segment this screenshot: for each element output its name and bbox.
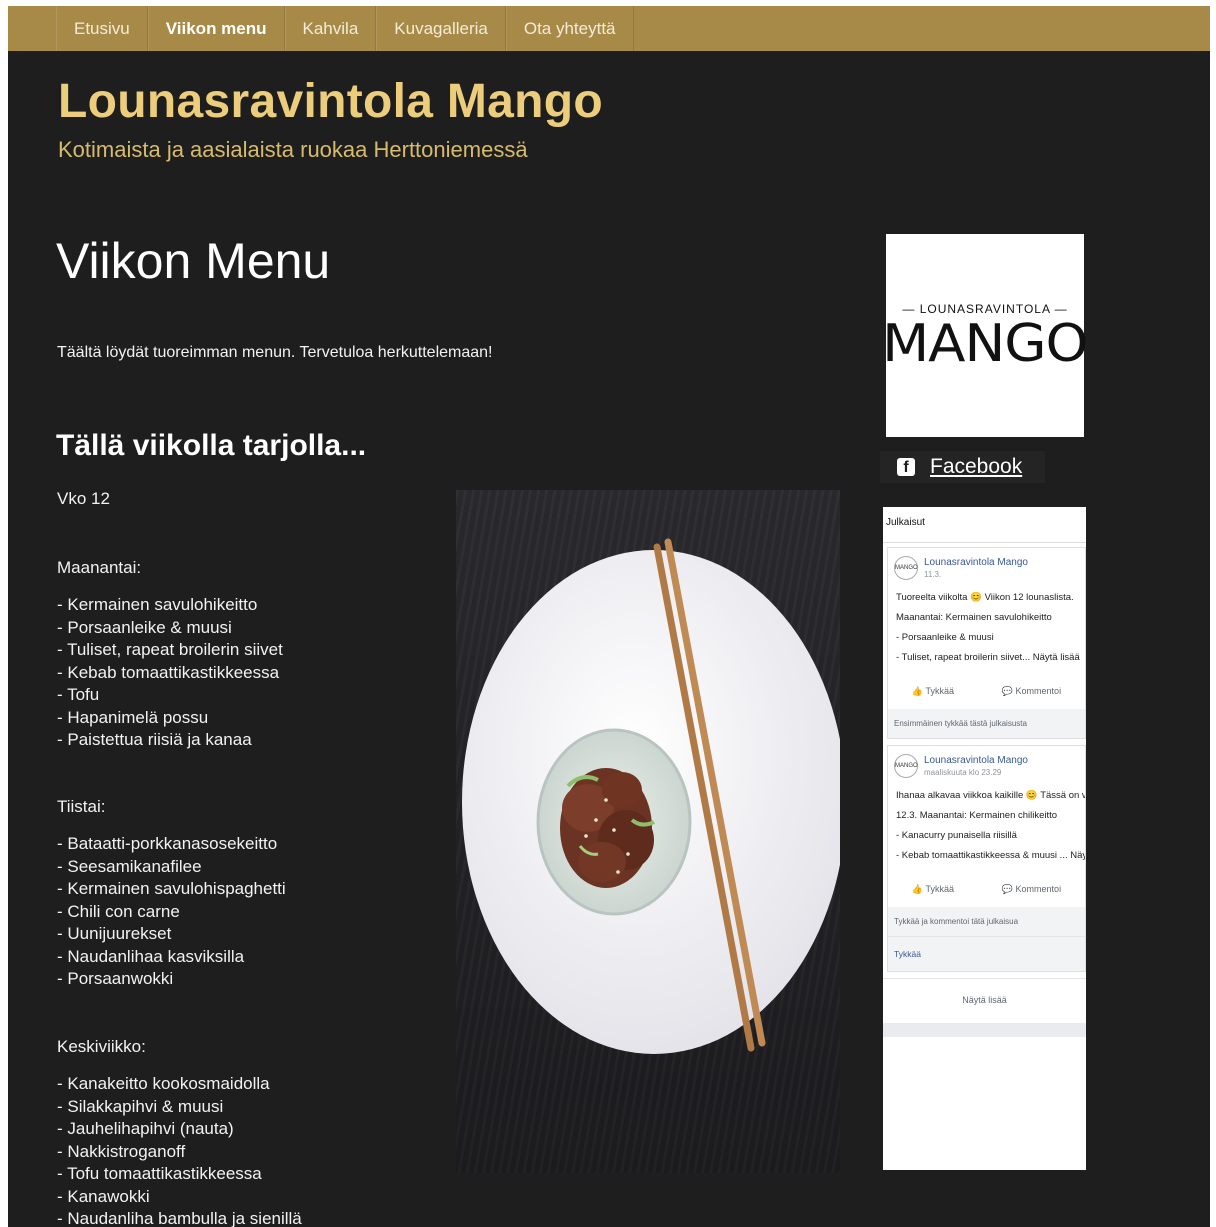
widget-header: Julkaisut: [883, 507, 1086, 543]
menu-item: - Chili con carne: [57, 901, 180, 921]
menu-item: - Paistettua riisiä ja kanaa: [57, 730, 252, 749]
menu-item: - Porsaanwokki: [57, 969, 174, 988]
fb-post: MANGO Lounasravintola Mango 11.3. Tuoree…: [887, 547, 1086, 739]
day-monday: Maanantai: - Kermainen savulohikeitto - …: [57, 556, 283, 752]
menu-item: - Tofu tomaattikastikkeessa: [57, 1164, 262, 1183]
page-title: Viikon Menu: [56, 233, 331, 289]
widget-bottom-bar: [883, 1023, 1086, 1037]
logo-wordmark: MANGO: [882, 313, 1088, 374]
facebook-link[interactable]: f Facebook: [880, 451, 1045, 483]
week-label: Vko 12: [57, 489, 110, 508]
post-line: - Kanacurry punaisella riisillä: [896, 830, 1017, 841]
post-line: - Porsaanleike & muusi: [896, 632, 994, 643]
thumb-icon: 👍: [911, 686, 926, 696]
menu-list: - Kanakeitto kookosmaidolla - Silakkapih…: [57, 1073, 302, 1227]
plate-illustration: [462, 538, 840, 1054]
menu-item: - Kermainen savulohikeitto: [57, 595, 258, 614]
menu-item: - Naudanlihaa kasviksilla: [57, 946, 245, 966]
menu-item: - Kanakeitto kookosmaidolla: [57, 1074, 270, 1093]
mango-logo[interactable]: — LOUNASRAVINTOLA — MANGO: [882, 234, 1089, 437]
nav-item-kahvila[interactable]: Kahvila: [284, 6, 377, 51]
like-label: Tykkää: [925, 686, 954, 696]
menu-item: - Uunijuurekset: [57, 924, 172, 943]
menu-list: - Bataatti-porkkanasosekeitto - Seesamik…: [57, 833, 286, 991]
post-line: 12.3. Maanantai: Kermainen chilikeitto: [896, 810, 1058, 821]
day-label: Maanantai:: [57, 558, 142, 577]
post-author: MANGO Lounasravintola Mango maaliskuuta …: [888, 746, 1085, 782]
menu-item: - Porsaanleike & muusi: [57, 617, 232, 637]
site-title[interactable]: Lounasravintola Mango: [58, 74, 603, 129]
post-author-name[interactable]: Lounasravintola Mango: [924, 755, 1028, 766]
menu-list: - Kermainen savulohikeitto - Porsaanleik…: [57, 594, 283, 752]
post-actions: 👍 Tykkää 💬 Kommentoi: [888, 870, 1085, 907]
menu-item: - Kermainen savulohispaghetti: [57, 879, 286, 898]
post-actions: 👍 Tykkää 💬 Kommentoi: [888, 672, 1085, 709]
nav-item-viikon-menu[interactable]: Viikon menu: [147, 6, 285, 51]
avatar[interactable]: MANGO: [894, 556, 918, 580]
post-line: Tuoreelta viikolta 😊 Viikon 12 lounaslis…: [896, 592, 1074, 603]
post-text: Tuoreelta viikolta 😊 Viikon 12 lounaslis…: [888, 584, 1085, 672]
post-author: MANGO Lounasravintola Mango 11.3.: [888, 548, 1085, 584]
like-button[interactable]: 👍 Tykkää: [912, 884, 954, 895]
menu-item: - Tuliset, rapeat broilerin siivet: [57, 640, 283, 659]
nav-item-etusivu[interactable]: Etusivu: [56, 6, 148, 51]
menu-item: - Jauhelihapihvi (nauta): [57, 1119, 234, 1138]
comment-label: Kommentoi: [1015, 686, 1062, 696]
post-author-name[interactable]: Lounasravintola Mango: [924, 557, 1028, 568]
comment-label: Kommentoi: [1015, 884, 1062, 894]
comment-button[interactable]: 💬 Kommentoi: [1002, 884, 1061, 895]
day-tuesday: Tiistai: - Bataatti-porkkanasosekeitto -…: [57, 795, 286, 991]
menu-item: - Tofu: [57, 685, 100, 704]
menu-item: - Kebab tomaattikastikkeessa: [57, 662, 280, 682]
like-label: Tykkää: [925, 884, 954, 894]
menu-item: - Kanawokki: [57, 1186, 150, 1206]
page: Etusivu Viikon menu Kahvila Kuvagalleria…: [8, 6, 1210, 1227]
day-label: Tiistai:: [57, 797, 106, 816]
post-timestamp[interactable]: maaliskuuta klo 23.29: [924, 768, 1028, 777]
menu-item: - Seesamikanafilee: [57, 856, 202, 876]
facebook-icon: f: [897, 458, 915, 476]
day-label: Keskiviikko:: [57, 1037, 146, 1056]
post-line: Ihanaa alkavaa viikkoa kaikille 😊 Tässä …: [896, 790, 1085, 801]
post-line[interactable]: - Tuliset, rapeat broilerin siivet... Nä…: [896, 648, 1080, 668]
comment-icon: 💬: [1001, 884, 1016, 894]
section-title: Tällä viikolla tarjolla...: [56, 429, 367, 462]
post-footer[interactable]: Tykkää ja kommentoi tätä julkaisua: [888, 907, 1085, 936]
food-photo: [456, 490, 840, 1173]
facebook-feed-widget: Julkaisut MANGO Lounasravintola Mango 11…: [883, 507, 1086, 1170]
menu-item: - Naudanliha bambulla ja sienillä: [57, 1209, 302, 1227]
show-more-button[interactable]: Näytä lisää: [883, 978, 1086, 1023]
post-timestamp[interactable]: 11.3.: [924, 570, 1028, 579]
comment-icon: 💬: [1001, 686, 1016, 696]
menu-item: - Nakkistroganoff: [57, 1141, 186, 1161]
nav-item-kuvagalleria[interactable]: Kuvagalleria: [376, 6, 506, 51]
intro-text: Täältä löydät tuoreimman menun. Tervetul…: [57, 344, 493, 361]
thumb-icon: 👍: [911, 884, 926, 894]
post-footer[interactable]: Ensimmäinen tykkää tästä julkaisusta: [888, 709, 1085, 738]
comment-button[interactable]: 💬 Kommentoi: [1002, 686, 1061, 697]
post-line[interactable]: - Kebab tomaattikastikkeessa & muusi ...…: [896, 846, 1085, 866]
menu-item: - Silakkapihvi & muusi: [57, 1096, 224, 1116]
menu-item: - Hapanimelä possu: [57, 707, 209, 727]
post-like-link[interactable]: Tykkää: [888, 936, 1085, 971]
like-button[interactable]: 👍 Tykkää: [912, 686, 954, 697]
day-wednesday: Keskiviikko: - Kanakeitto kookosmaidolla…: [57, 1035, 302, 1227]
nav-item-ota-yhteytta[interactable]: Ota yhteyttä: [505, 6, 634, 51]
site-subtitle: Kotimaista ja aasialaista ruokaa Hertton…: [58, 137, 528, 162]
post-line: Maanantai: Kermainen savulohikeitto: [896, 612, 1052, 623]
avatar[interactable]: MANGO: [894, 754, 918, 778]
post-text: Ihanaa alkavaa viikkoa kaikille 😊 Tässä …: [888, 782, 1085, 870]
facebook-label[interactable]: Facebook: [930, 455, 1022, 479]
main-nav: Etusivu Viikon menu Kahvila Kuvagalleria…: [8, 6, 1210, 51]
menu-item: - Bataatti-porkkanasosekeitto: [57, 834, 278, 853]
fb-post: MANGO Lounasravintola Mango maaliskuuta …: [887, 745, 1086, 972]
